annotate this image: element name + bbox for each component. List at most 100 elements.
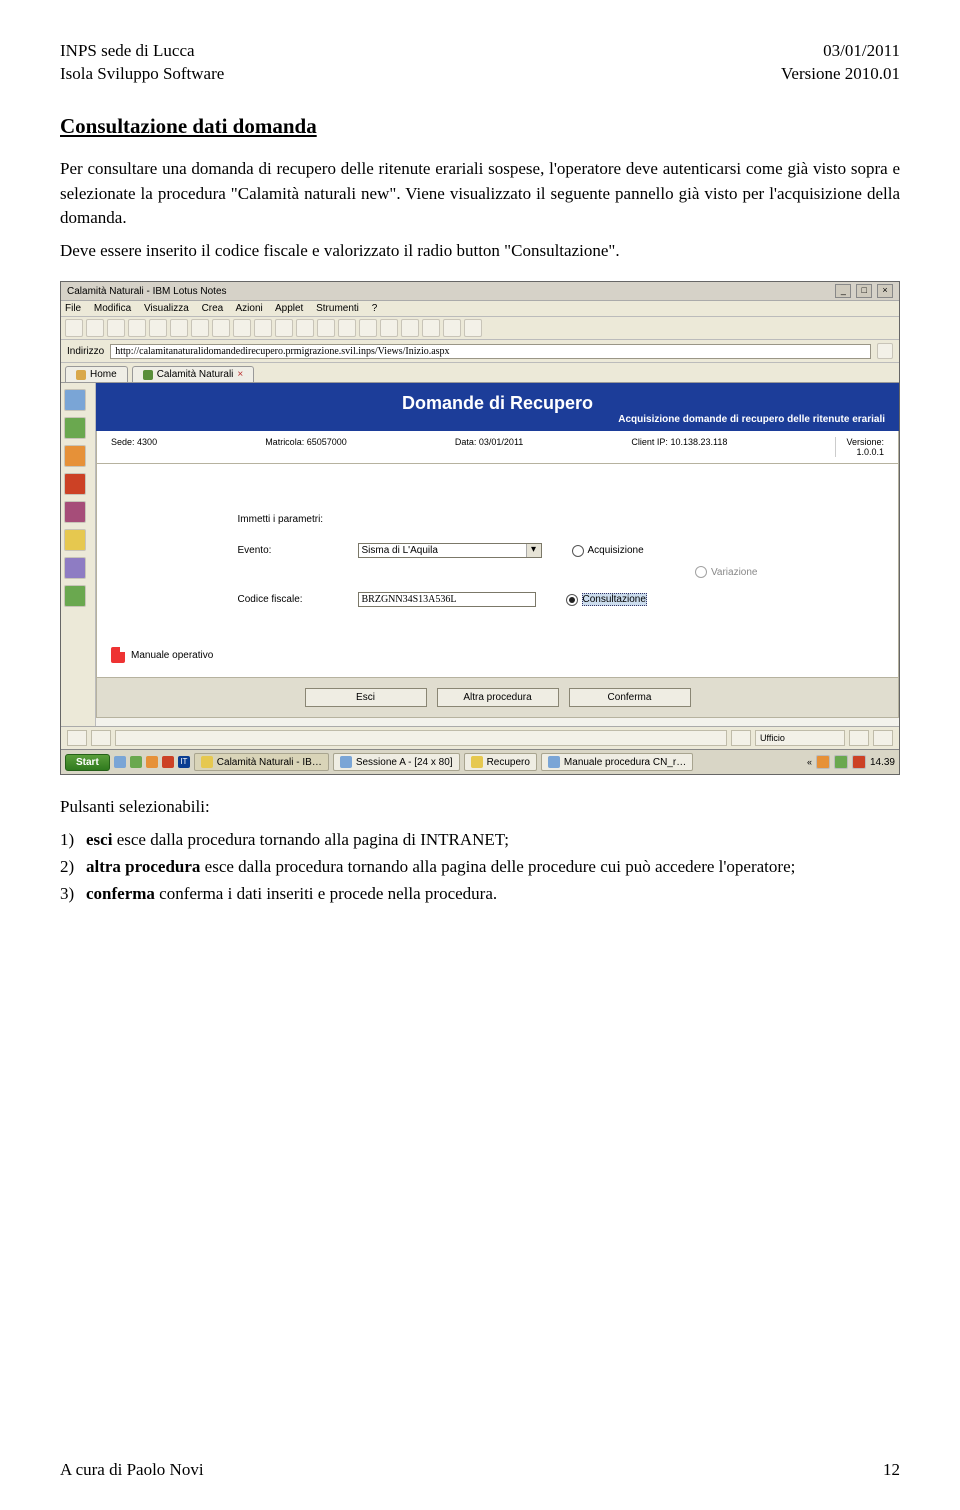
menu-visualizza[interactable]: Visualizza xyxy=(144,303,189,314)
toolbar-button[interactable] xyxy=(296,319,314,337)
menu-file[interactable]: File xyxy=(65,303,81,314)
toolbar-button[interactable] xyxy=(275,319,293,337)
tab-strip: Home Calamità Naturali× xyxy=(61,363,899,383)
sidebar-icon[interactable] xyxy=(64,473,86,495)
altra-procedura-button[interactable]: Altra procedura xyxy=(437,688,559,707)
paragraph-2: Deve essere inserito il codice fiscale e… xyxy=(60,239,900,264)
sidebar-icon[interactable] xyxy=(64,557,86,579)
quicklaunch-icon[interactable] xyxy=(130,756,142,768)
manuale-label: Manuale operativo xyxy=(131,650,213,661)
evento-value: Sisma di L'Aquila xyxy=(362,545,438,556)
window-controls: _ □ × xyxy=(833,284,893,298)
toolbar-button[interactable] xyxy=(170,319,188,337)
evento-label: Evento: xyxy=(238,545,358,556)
tray-icon[interactable] xyxy=(816,755,830,769)
toolbar-button[interactable] xyxy=(128,319,146,337)
quicklaunch-icon[interactable]: IT xyxy=(178,756,190,768)
quicklaunch-icon[interactable] xyxy=(146,756,158,768)
toolbar-button[interactable] xyxy=(443,319,461,337)
sidebar-icon[interactable] xyxy=(64,445,86,467)
sede-value: 4300 xyxy=(137,437,157,447)
banner-subtitle: Acquisizione domande di recupero delle r… xyxy=(110,414,885,425)
folder-icon xyxy=(471,756,483,768)
tab-close-icon[interactable]: × xyxy=(237,369,243,380)
tab-calamita[interactable]: Calamità Naturali× xyxy=(132,366,255,382)
toolbar-button[interactable] xyxy=(233,319,251,337)
radio-acquisizione[interactable]: Acquisizione xyxy=(572,545,644,557)
taskbar-item[interactable]: Recupero xyxy=(464,753,537,771)
taskbar-item[interactable]: Manuale procedura CN_r… xyxy=(541,753,693,771)
pdf-icon xyxy=(111,647,125,663)
toolbar-button[interactable] xyxy=(191,319,209,337)
taskbar-item[interactable]: Sessione A - [24 x 80] xyxy=(333,753,460,771)
toolbar-button[interactable] xyxy=(86,319,104,337)
toolbar-button[interactable] xyxy=(107,319,125,337)
app-icon xyxy=(201,756,213,768)
address-dropdown-icon[interactable] xyxy=(877,343,893,359)
lotus-statusbar: Ufficio xyxy=(61,726,899,749)
menu-applet[interactable]: Applet xyxy=(275,303,303,314)
taskbar-item[interactable]: Calamità Naturali - IB… xyxy=(194,753,329,771)
menu-help[interactable]: ? xyxy=(372,303,378,314)
status-ufficio: Ufficio xyxy=(755,730,845,746)
address-input[interactable]: http://calamitanaturalidomandedirecupero… xyxy=(110,344,871,359)
radio-icon xyxy=(572,545,584,557)
status-icon xyxy=(91,730,111,746)
start-button[interactable]: Start xyxy=(65,754,110,771)
clientip-label: Client IP: xyxy=(631,437,668,447)
conferma-button[interactable]: Conferma xyxy=(569,688,691,707)
esci-button[interactable]: Esci xyxy=(305,688,427,707)
clock: 14.39 xyxy=(870,757,895,768)
status-icon xyxy=(67,730,87,746)
menu-strumenti[interactable]: Strumenti xyxy=(316,303,359,314)
footer-page: 12 xyxy=(883,1460,900,1480)
toolbar-button[interactable] xyxy=(149,319,167,337)
toolbar-button[interactable] xyxy=(338,319,356,337)
toolbar-button[interactable] xyxy=(359,319,377,337)
close-icon[interactable]: × xyxy=(877,284,893,298)
quicklaunch-icon[interactable] xyxy=(162,756,174,768)
radio-icon xyxy=(695,566,707,578)
manuale-operativo-link[interactable]: Manuale operativo xyxy=(111,647,884,663)
sidebar xyxy=(61,383,96,726)
windows-taskbar: Start IT Calamità Naturali - IB… Session… xyxy=(61,749,899,774)
sidebar-icon[interactable] xyxy=(64,585,86,607)
toolbar-button[interactable] xyxy=(380,319,398,337)
codice-fiscale-input[interactable]: BRZGNN34S13A536L xyxy=(358,592,536,607)
toolbar-button[interactable] xyxy=(401,319,419,337)
tray-expand-icon[interactable]: « xyxy=(807,757,812,767)
sidebar-icon[interactable] xyxy=(64,389,86,411)
minimize-icon[interactable]: _ xyxy=(835,284,851,298)
radio-consultazione[interactable]: Consultazione xyxy=(566,593,647,606)
toolbar-button[interactable] xyxy=(212,319,230,337)
menu-bar[interactable]: File Modifica Visualizza Crea Azioni App… xyxy=(61,301,899,317)
menu-modifica[interactable]: Modifica xyxy=(94,303,131,314)
sidebar-icon[interactable] xyxy=(64,501,86,523)
tray-icon[interactable] xyxy=(852,755,866,769)
status-icon xyxy=(731,730,751,746)
tab-home[interactable]: Home xyxy=(65,366,128,382)
pulsanti-intro: Pulsanti selezionabili: xyxy=(60,795,900,820)
tab-calamita-label: Calamità Naturali xyxy=(157,369,234,380)
menu-crea[interactable]: Crea xyxy=(202,303,224,314)
form-panel: Immetti i parametri: Evento: Sisma di L'… xyxy=(96,464,899,678)
toolbar-button[interactable] xyxy=(422,319,440,337)
toolbar-button[interactable] xyxy=(65,319,83,337)
hdr-right-1: 03/01/2011 xyxy=(781,40,900,63)
address-bar: Indirizzo http://calamitanaturalidomande… xyxy=(61,340,899,363)
restore-icon[interactable]: □ xyxy=(856,284,872,298)
toolbar-button[interactable] xyxy=(464,319,482,337)
matricola-label: Matricola: xyxy=(265,437,304,447)
page-header: INPS sede di Lucca Isola Sviluppo Softwa… xyxy=(60,40,900,86)
sidebar-icon[interactable] xyxy=(64,529,86,551)
clientip-value: 10.138.23.118 xyxy=(670,437,727,447)
sidebar-icon[interactable] xyxy=(64,417,86,439)
toolbar-button[interactable] xyxy=(254,319,272,337)
menu-azioni[interactable]: Azioni xyxy=(235,303,262,314)
evento-select[interactable]: Sisma di L'Aquila ▾ xyxy=(358,543,542,558)
toolbar-button[interactable] xyxy=(317,319,335,337)
quicklaunch-icon[interactable] xyxy=(114,756,126,768)
window-titlebar: Calamità Naturali - IBM Lotus Notes _ □ … xyxy=(61,282,899,301)
tray-icon[interactable] xyxy=(834,755,848,769)
tab-home-label: Home xyxy=(90,369,117,380)
